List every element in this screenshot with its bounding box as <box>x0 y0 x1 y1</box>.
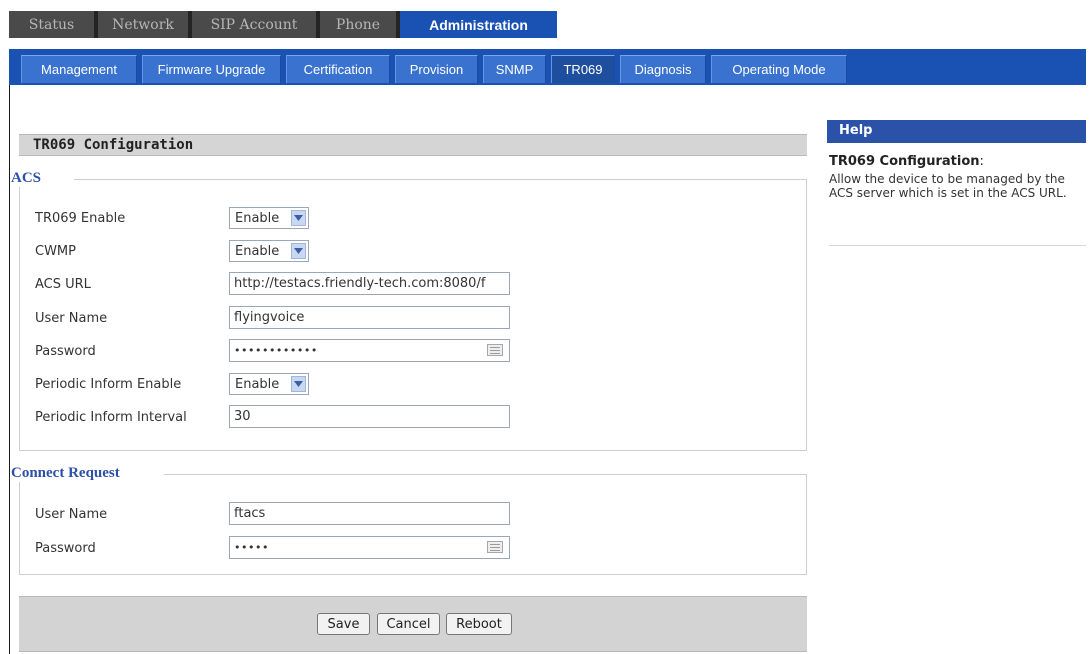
cancel-button[interactable]: Cancel <box>377 613 440 635</box>
connect-password-label: Password <box>35 541 96 556</box>
help-title-text: TR069 Configuration <box>829 154 980 169</box>
help-description: Allow the device to be managed by the AC… <box>829 172 1067 200</box>
subtab-management[interactable]: Management <box>21 55 137 83</box>
acs-url-label: ACS URL <box>35 277 91 292</box>
tr069-enable-label: TR069 Enable <box>35 211 126 226</box>
connect-request-legend: Connect Request <box>11 465 126 482</box>
connect-user-name-label: User Name <box>35 507 108 522</box>
tab-administration[interactable]: Administration <box>400 11 557 38</box>
keyboard-icon[interactable] <box>487 344 503 356</box>
help-title-suffix: : <box>979 154 984 169</box>
sub-nav-bar: Management Firmware Upgrade Certificatio… <box>9 49 1086 85</box>
help-header: Help <box>827 120 1086 143</box>
save-button[interactable]: Save <box>317 613 370 635</box>
top-nav-bar: Status Network SIP Account Phone Adminis… <box>9 11 557 38</box>
periodic-inform-interval-label: Periodic Inform Interval <box>35 410 187 425</box>
subtab-firmware-upgrade[interactable]: Firmware Upgrade <box>142 55 281 83</box>
page-title: TR069 Configuration <box>33 137 194 153</box>
connect-legend-rule <box>164 474 807 475</box>
reboot-button[interactable]: Reboot <box>446 613 512 635</box>
tab-network[interactable]: Network <box>98 11 188 38</box>
subtab-snmp[interactable]: SNMP <box>483 55 546 83</box>
help-title: TR069 Configuration: <box>829 154 984 169</box>
chevron-down-icon <box>291 210 306 226</box>
tab-phone[interactable]: Phone <box>320 11 396 38</box>
help-divider <box>829 245 1086 246</box>
subtab-provision[interactable]: Provision <box>395 55 478 83</box>
user-name-input[interactable]: flyingvoice <box>229 306 510 329</box>
tab-status[interactable]: Status <box>9 11 94 38</box>
acs-url-input[interactable]: http://testacs.friendly-tech.com:8080/f <box>229 272 510 295</box>
content-frame-border <box>9 85 10 654</box>
cwmp-label: CWMP <box>35 244 76 259</box>
user-name-label: User Name <box>35 311 108 326</box>
help-header-label: Help <box>839 123 873 138</box>
button-bar: Save Cancel Reboot <box>19 596 807 652</box>
chevron-down-icon <box>291 376 306 392</box>
periodic-inform-enable-select[interactable]: Enable <box>229 373 309 395</box>
cwmp-select[interactable]: Enable <box>229 240 309 262</box>
tr069-enable-select[interactable]: Enable <box>229 207 309 229</box>
password-input[interactable]: •••••••••••• <box>229 339 510 362</box>
periodic-inform-interval-input[interactable]: 30 <box>229 405 510 428</box>
chevron-down-icon <box>291 243 306 259</box>
tab-sip-account[interactable]: SIP Account <box>192 11 316 38</box>
acs-legend-rule <box>74 179 807 180</box>
subtab-diagnosis[interactable]: Diagnosis <box>620 55 706 83</box>
subtab-operating-mode[interactable]: Operating Mode <box>711 55 847 83</box>
password-label: Password <box>35 344 96 359</box>
section-header: TR069 Configuration <box>19 134 807 156</box>
periodic-inform-enable-label: Periodic Inform Enable <box>35 377 182 392</box>
keyboard-icon[interactable] <box>487 541 503 553</box>
connect-password-input[interactable]: ••••• <box>229 536 510 559</box>
connect-user-name-input[interactable]: ftacs <box>229 502 510 525</box>
subtab-certification[interactable]: Certification <box>286 55 390 83</box>
subtab-tr069[interactable]: TR069 <box>551 55 615 83</box>
acs-legend: ACS <box>11 170 48 187</box>
